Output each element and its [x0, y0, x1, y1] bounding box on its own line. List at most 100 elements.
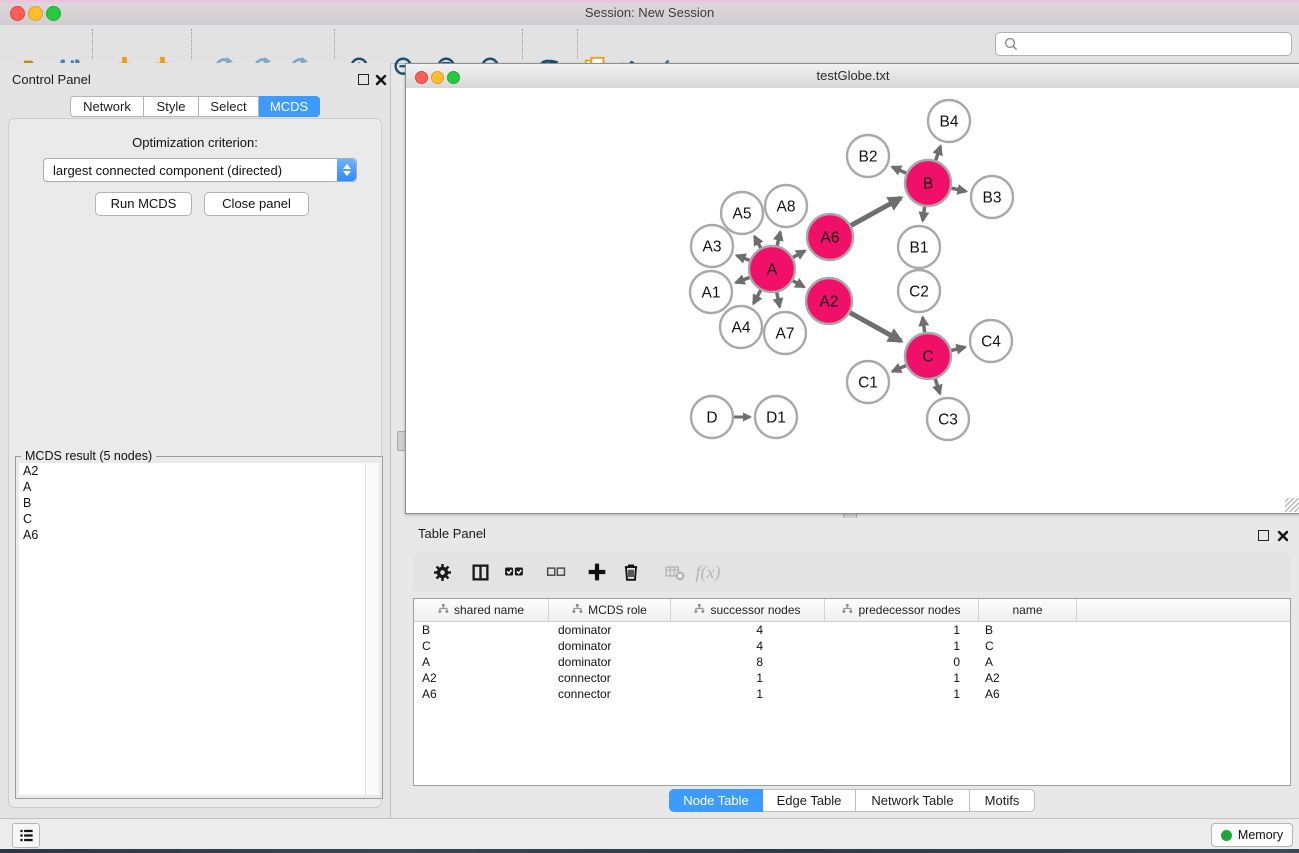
mcds-result-title: MCDS result (5 nodes)	[21, 449, 156, 463]
table-cell[interactable]: A	[979, 655, 1077, 669]
tab-network[interactable]: Network	[70, 96, 144, 117]
task-history-button[interactable]	[12, 823, 40, 848]
table-cell[interactable]: A6	[979, 687, 1077, 701]
column-header-successor-nodes[interactable]: successor nodes	[671, 599, 825, 621]
table-panel-title: Table Panel	[418, 526, 486, 541]
mcds-result-item[interactable]: B	[19, 495, 379, 511]
tab-network-table[interactable]: Network Table	[856, 789, 970, 812]
node-label-B: B	[923, 176, 933, 193]
table-row[interactable]: Cdominator41C	[414, 638, 1290, 654]
delete-table-icon[interactable]	[662, 559, 688, 585]
table-row[interactable]: Bdominator41B	[414, 622, 1290, 638]
scrollbar-track[interactable]	[365, 463, 379, 795]
add-column-icon[interactable]	[584, 559, 610, 585]
node-label-A: A	[767, 262, 778, 279]
app-titlebar: Session: New Session	[0, 0, 1299, 26]
list-icon	[18, 827, 35, 844]
tab-edge-table[interactable]: Edge Table	[763, 789, 856, 812]
toolbar-separator	[522, 29, 523, 59]
tree-icon	[438, 603, 449, 617]
table-tabs: Node TableEdge TableNetwork TableMotifs	[405, 789, 1299, 812]
node-label-D1: D1	[766, 410, 786, 427]
table-cell[interactable]: 1	[825, 623, 979, 637]
mcds-result-item[interactable]: A2	[19, 463, 379, 479]
node-label-B4: B4	[940, 114, 959, 131]
node-label-A4: A4	[732, 320, 751, 337]
table-cell[interactable]: A	[414, 655, 549, 669]
tab-select[interactable]: Select	[199, 96, 259, 117]
split-panel-icon[interactable]	[467, 559, 493, 585]
tab-motifs[interactable]: Motifs	[970, 789, 1035, 812]
table-panel: Table Panel f(x) shared nameMCDS rolesuc…	[405, 518, 1299, 818]
close-table-panel-icon[interactable]	[1277, 530, 1289, 542]
table-cell[interactable]: A6	[414, 687, 549, 701]
table-cell[interactable]: C	[414, 639, 549, 653]
node-label-A5: A5	[733, 206, 752, 223]
table-cell[interactable]: connector	[549, 687, 671, 701]
window-title: Session: New Session	[0, 5, 1299, 20]
column-header-name[interactable]: name	[979, 599, 1077, 621]
tab-node-table[interactable]: Node Table	[669, 789, 763, 812]
column-header-predecessor-nodes[interactable]: predecessor nodes	[825, 599, 979, 621]
desktop-background	[0, 849, 1299, 853]
table-cell[interactable]: B	[414, 623, 549, 637]
table-cell[interactable]: 1	[825, 687, 979, 701]
column-header-MCDS-role[interactable]: MCDS role	[549, 599, 671, 621]
table-cell[interactable]: A2	[414, 671, 549, 685]
network-graph[interactable]: AA2A6BCA1A3A4A5A7A8B1B2B3B4C1C2C3C4DD1	[406, 88, 1298, 512]
table-cell[interactable]: dominator	[549, 639, 671, 653]
mcds-result-item[interactable]: A	[19, 479, 379, 495]
table-cell[interactable]: 4	[671, 639, 825, 653]
table-cell[interactable]: 1	[825, 671, 979, 685]
network-canvas[interactable]: AA2A6BCA1A3A4A5A7A8B1B2B3B4C1C2C3C4DD1	[406, 88, 1299, 513]
delete-column-icon[interactable]	[618, 559, 644, 585]
table-cell[interactable]: 1	[671, 687, 825, 701]
table-cell[interactable]: dominator	[549, 623, 671, 637]
search-field[interactable]	[995, 32, 1292, 56]
table-cell[interactable]: connector	[549, 671, 671, 685]
node-label-A7: A7	[776, 326, 795, 343]
table-cell[interactable]: C	[979, 639, 1077, 653]
control-panel-title: Control Panel	[12, 72, 91, 87]
table-row[interactable]: A6connector11A6	[414, 686, 1290, 702]
table-cell[interactable]: 1	[825, 639, 979, 653]
table-cell[interactable]: A2	[979, 671, 1077, 685]
mcds-result-item[interactable]: C	[19, 511, 379, 527]
criterion-value: largest connected component (directed)	[44, 163, 337, 178]
control-panel: Control Panel NetworkStyleSelectMCDS Opt…	[0, 63, 391, 818]
mcds-result-list[interactable]: A2ABCA6	[19, 463, 379, 795]
column-header-shared-name[interactable]: shared name	[414, 599, 549, 621]
table-cell[interactable]: dominator	[549, 655, 671, 669]
select-all-columns-icon[interactable]	[501, 559, 527, 585]
table-row[interactable]: A2connector11A2	[414, 670, 1290, 686]
run-mcds-button[interactable]: Run MCDS	[95, 192, 192, 216]
table-body: Bdominator41BCdominator41CAdominator80AA…	[414, 622, 1290, 702]
close-panel-button[interactable]: Close panel	[204, 192, 309, 216]
network-title: testGlobe.txt	[406, 68, 1299, 83]
table-cell[interactable]: 4	[671, 623, 825, 637]
mcds-result-item[interactable]: A6	[19, 527, 379, 543]
resize-grip[interactable]	[1285, 498, 1299, 512]
deselect-all-columns-icon[interactable]	[543, 559, 569, 585]
network-window-titlebar[interactable]: testGlobe.txt	[406, 64, 1299, 89]
optimization-criterion-label: Optimization criterion:	[9, 135, 381, 150]
toolbar-separator	[191, 29, 192, 59]
close-panel-icon[interactable]	[375, 74, 387, 86]
table-cell[interactable]: 8	[671, 655, 825, 669]
table-cell[interactable]: 0	[825, 655, 979, 669]
column-settings-gear-icon[interactable]	[429, 559, 455, 585]
node-label-C3: C3	[938, 412, 958, 429]
node-label-A6: A6	[821, 230, 840, 247]
float-table-panel-icon[interactable]	[1258, 530, 1269, 541]
criterion-dropdown[interactable]: largest connected component (directed)	[43, 158, 357, 182]
tab-mcds[interactable]: MCDS	[259, 96, 320, 117]
tab-style[interactable]: Style	[144, 96, 199, 117]
float-panel-icon[interactable]	[358, 74, 369, 85]
memory-button[interactable]: Memory	[1211, 823, 1293, 847]
table-cell[interactable]: 1	[671, 671, 825, 685]
table-row[interactable]: Adominator80A	[414, 654, 1290, 670]
table-cell[interactable]: B	[979, 623, 1077, 637]
search-input[interactable]	[1019, 36, 1291, 52]
node-label-B3: B3	[983, 190, 1002, 207]
function-builder-icon[interactable]: f(x)	[695, 559, 721, 585]
